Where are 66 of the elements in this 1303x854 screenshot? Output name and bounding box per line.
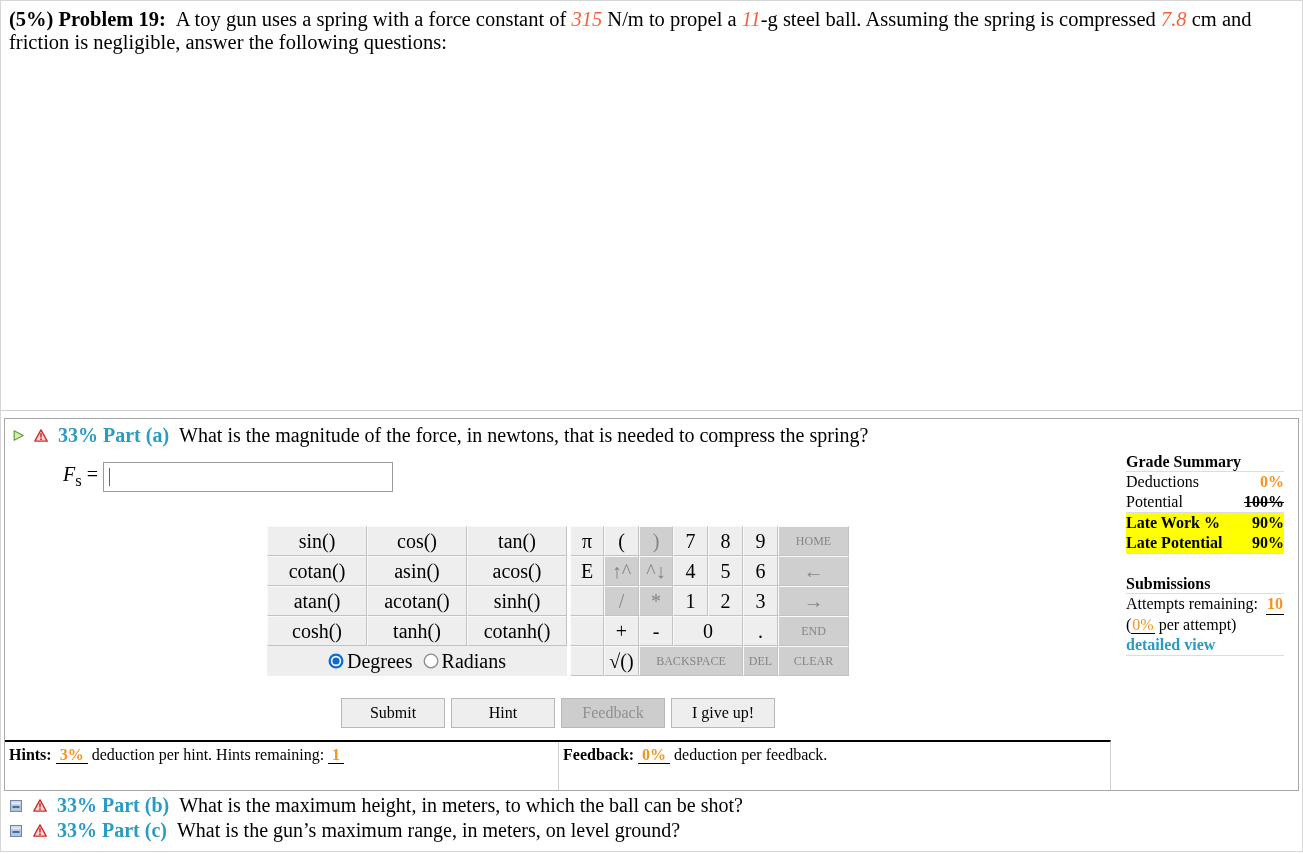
- keypad-key[interactable]: 4: [673, 556, 708, 586]
- summary-value: 0%: [1260, 472, 1284, 492]
- play-icon[interactable]: [13, 430, 24, 441]
- summary-heading: Submissions: [1126, 574, 1284, 594]
- keypad-key[interactable]: √(): [604, 646, 639, 676]
- keypad-key[interactable]: 1: [673, 586, 708, 616]
- summary-label: Late Potential: [1126, 533, 1223, 553]
- part-label: 33% Part (b): [57, 794, 170, 817]
- keypad-key[interactable]: E: [570, 556, 604, 586]
- summary-value: 100%: [1244, 492, 1284, 512]
- function-key[interactable]: cos(): [367, 526, 467, 556]
- part-question: What is the maximum height, in meters, to which the ball can be shot?: [179, 794, 743, 817]
- function-key[interactable]: cotan(): [267, 556, 367, 586]
- keypad-key[interactable]: 3: [743, 586, 778, 616]
- function-key[interactable]: asin(): [367, 556, 467, 586]
- keypad-key[interactable]: 6: [743, 556, 778, 586]
- warning-icon: [33, 824, 47, 837]
- keypad-key[interactable]: 7: [673, 526, 708, 556]
- part-question: What is the magnitude of the force, in newtons, that is needed to compress the spring?: [179, 424, 869, 447]
- panel-icon[interactable]: [10, 799, 22, 812]
- keypad-key[interactable]: π: [570, 526, 604, 556]
- action-button[interactable]: Hint: [451, 698, 555, 728]
- function-key[interactable]: sin(): [267, 526, 367, 556]
- angle-mode-option[interactable]: Degrees: [328, 649, 413, 673]
- function-key[interactable]: sinh(): [467, 586, 567, 616]
- variable-label: F$_{s}$ =: [63, 463, 98, 491]
- per-attempt-note: (0% per attempt): [1126, 616, 1237, 634]
- function-key[interactable]: cosh(): [267, 616, 367, 646]
- function-key[interactable]: acotan(): [367, 586, 467, 616]
- summary-label: Late Work %: [1126, 513, 1220, 533]
- panel-icon[interactable]: [10, 824, 22, 837]
- attempts-count: 10: [1266, 594, 1284, 615]
- summary-value: 90%: [1252, 533, 1284, 553]
- keypad-key[interactable]: .: [743, 616, 778, 646]
- summary-heading: Grade Summary: [1126, 452, 1284, 472]
- function-key[interactable]: atan(): [267, 586, 367, 616]
- radio-icon[interactable]: [422, 653, 439, 669]
- action-button[interactable]: Submit: [341, 698, 445, 728]
- warning-icon: [33, 799, 47, 812]
- keypad-key[interactable]: +: [604, 616, 639, 646]
- function-key[interactable]: cotanh(): [467, 616, 567, 646]
- feedback-text: Feedback: 0% deduction per feedback.: [563, 746, 828, 764]
- part-label: 33% Part (a): [58, 424, 170, 447]
- part-question: What is the gun’s maximum range, in meters, on level ground?: [176, 819, 681, 842]
- summary-label: Potential: [1126, 492, 1183, 512]
- function-key[interactable]: tan(): [467, 526, 567, 556]
- keypad-key[interactable]: 0: [673, 616, 743, 646]
- action-button[interactable]: I give up!: [671, 698, 775, 728]
- summary-value: 90%: [1252, 513, 1284, 533]
- keypad-key[interactable]: 9: [743, 526, 778, 556]
- keypad-key[interactable]: 2: [708, 586, 743, 616]
- part-label: 33% Part (c): [57, 819, 167, 842]
- problem-statement: (5%) Problem 19: A toy gun uses a spring with a force constant of 315 N/m to propel a 11-g steel ball. Assuming the spring is compressed 7.8 cm and friction is negligible, answer the following questions:: [9, 8, 1253, 54]
- hints-text: Hints: 3% deduction per hint. Hints remaining: 1: [9, 746, 345, 764]
- attempts-label: Attempts remaining:: [1126, 594, 1258, 615]
- radio-icon[interactable]: [328, 653, 344, 669]
- function-key[interactable]: tanh(): [367, 616, 467, 646]
- keypad-key[interactable]: -: [639, 616, 673, 646]
- keypad-key[interactable]: 8: [708, 526, 743, 556]
- keypad-key[interactable]: 5: [708, 556, 743, 586]
- keypad-key[interactable]: (: [604, 526, 639, 556]
- summary-label: Deductions: [1126, 472, 1199, 492]
- angle-mode-option[interactable]: Radians: [422, 649, 506, 673]
- function-key[interactable]: acos(): [467, 556, 567, 586]
- warning-icon: [34, 429, 48, 442]
- answer-field[interactable]: [103, 462, 393, 492]
